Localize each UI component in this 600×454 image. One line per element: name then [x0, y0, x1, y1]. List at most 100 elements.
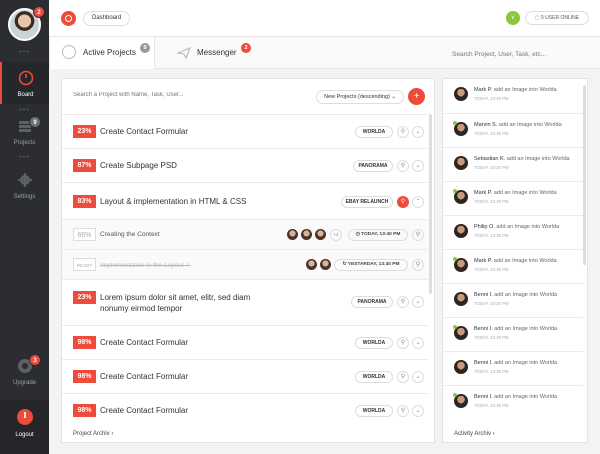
online-status-dot: [453, 121, 457, 125]
activity-user: Mark P.: [474, 258, 493, 264]
tab-badge: 2: [241, 43, 251, 53]
sidebar-item-logout[interactable]: Logout: [0, 400, 49, 454]
activity-text: Benni I. add an Image into Worlda: [474, 292, 557, 298]
project-search-input[interactable]: [73, 92, 293, 98]
task-row[interactable]: READY Implementation in the Layout ✓ ↻ Y…: [62, 249, 428, 279]
activity-action: add an Image into Worlda: [493, 87, 557, 93]
project-row[interactable]: 23% Create Contact Formular WORLDA ⚲ ⌄: [62, 114, 428, 148]
chevron-down-icon[interactable]: ⌄: [412, 337, 424, 349]
activity-time: TODAY, 10:30 PM: [474, 267, 509, 272]
progress-badge: 98%: [73, 404, 96, 417]
project-row[interactable]: 98% Create Contact Formular WORLDA ⚲ ⌄: [62, 393, 428, 427]
chevron-down-icon[interactable]: ⌄: [412, 296, 424, 308]
scrollbar[interactable]: [429, 114, 432, 294]
avatar[interactable]: [454, 224, 468, 238]
activity-item[interactable]: Benni I. add an Image into Worlda TODAY, …: [443, 351, 583, 385]
search-icon[interactable]: ⚲: [412, 259, 424, 271]
project-tag[interactable]: WORLDA: [355, 371, 393, 383]
activity-user: Marvin S.: [474, 122, 498, 128]
search-icon[interactable]: ⚲: [397, 337, 409, 349]
task-row[interactable]: 66% Creating the Context +4 ◷ TODAY, 13:…: [62, 219, 428, 249]
project-tag[interactable]: WORLDA: [355, 405, 393, 417]
project-tag[interactable]: PANORAMA: [351, 296, 393, 308]
online-indicator[interactable]: v: [506, 11, 520, 25]
activity-user: Philip O.: [474, 224, 495, 230]
project-tag[interactable]: WORLDA: [355, 126, 393, 138]
link-label: Activity Archiv: [454, 431, 492, 437]
scrollbar[interactable]: [583, 85, 586, 265]
sidebar-item-projects[interactable]: Projects 9: [0, 116, 49, 152]
activity-item[interactable]: Mark P. add an Image into Worlda TODAY, 1…: [443, 249, 583, 283]
avatar[interactable]: [301, 229, 312, 240]
avatar[interactable]: [454, 87, 468, 101]
avatar[interactable]: [454, 360, 468, 374]
project-tag[interactable]: EBAY RELAUNCH: [341, 196, 393, 208]
chevron-up-icon[interactable]: ⌃: [412, 196, 424, 208]
tab-messenger[interactable]: Messenger 2: [155, 37, 255, 69]
avatar[interactable]: [315, 229, 326, 240]
sidebar-item-upgrade[interactable]: Upgrade 3: [0, 354, 49, 390]
avatar[interactable]: [306, 259, 317, 270]
activity-item[interactable]: Mark P. add an Image into Worlda TODAY, 1…: [443, 181, 583, 215]
global-search-input[interactable]: [452, 48, 592, 60]
activity-action: add an Image into Worlda: [506, 156, 570, 162]
power-icon: [16, 409, 33, 425]
project-row[interactable]: 23% Lorem ipsum dolor sit amet, elitr, s…: [62, 279, 428, 325]
search-icon[interactable]: ⚲: [397, 126, 409, 138]
project-row[interactable]: 98% Create Contact Formular WORLDA ⚲ ⌄: [62, 325, 428, 359]
dashboard-icon: [18, 70, 33, 86]
search-icon[interactable]: ⚲: [397, 196, 409, 208]
add-project-button[interactable]: +: [408, 88, 425, 105]
sort-dropdown[interactable]: New Projects (descending) ⌄: [316, 90, 404, 104]
date-pill: ◷ TODAY, 13:40 PM: [348, 229, 408, 241]
avatar[interactable]: [287, 229, 298, 240]
tab-active-projects[interactable]: Active Projects 9: [49, 37, 155, 69]
sidebar-item-label: Logout: [15, 432, 34, 438]
activity-item[interactable]: Philip O. add an Image into Worlda TODAY,…: [443, 215, 583, 249]
project-row[interactable]: 83% Layout & implementation in HTML & CS…: [62, 182, 428, 219]
chevron-down-icon[interactable]: ⌄: [412, 405, 424, 417]
online-status-dot: [453, 325, 457, 329]
project-archiv-link[interactable]: Project Archiv ›: [73, 431, 113, 437]
chevron-down-icon[interactable]: ⌄: [412, 160, 424, 172]
online-users-button[interactable]: ▢ 5 USER ONLINE: [525, 11, 589, 25]
activity-item[interactable]: Sebastian K. add an Image into Worlda TOD…: [443, 147, 583, 181]
activity-item[interactable]: Benni I. add an Image into Worlda TODAY, …: [443, 317, 583, 351]
project-tag[interactable]: WORLDA: [355, 337, 393, 349]
progress-badge: 87%: [73, 159, 96, 172]
chevron-down-icon[interactable]: ⌄: [412, 126, 424, 138]
activity-time: TODAY, 10:30 PM: [474, 233, 509, 238]
project-row[interactable]: 98% Create Contact Formular WORLDA ⚲ ⌄: [62, 359, 428, 393]
breadcrumb[interactable]: Dashboard: [83, 11, 131, 26]
sidebar-item-board[interactable]: Board: [0, 62, 49, 104]
search-icon[interactable]: ⚲: [412, 229, 424, 241]
activity-time: TODAY, 10:30 PM: [474, 199, 509, 204]
avatar[interactable]: [454, 292, 468, 306]
avatar[interactable]: [454, 156, 468, 170]
user-avatar[interactable]: 2: [8, 6, 45, 41]
search-icon[interactable]: ⚲: [397, 296, 409, 308]
activity-action: add an Image into Worlda: [494, 360, 558, 366]
activity-time: TODAY, 10:30 PM: [474, 369, 509, 374]
activity-item[interactable]: Mark P. add an Image into Worlda TODAY, 1…: [443, 79, 583, 113]
online-status-dot: [453, 257, 457, 261]
project-tag[interactable]: PANORAMA: [353, 160, 393, 172]
activity-text: Benni I. add an Image into Worlda: [474, 326, 557, 332]
activity-item[interactable]: Benni I. add an Image into Worlda TODAY, …: [443, 283, 583, 317]
activity-text: Mark P. add an Image into Worlda: [474, 258, 557, 264]
search-icon[interactable]: ⚲: [397, 371, 409, 383]
app-logo-button[interactable]: [61, 11, 76, 26]
more-users-badge[interactable]: +4: [330, 229, 342, 241]
sidebar-item-settings[interactable]: Settings: [0, 172, 49, 202]
project-row[interactable]: 87% Create Subpage PSD PANORAMA ⚲ ⌄: [62, 148, 428, 182]
sidebar-item-label: Projects: [13, 140, 36, 146]
search-icon[interactable]: ⚲: [397, 405, 409, 417]
chevron-down-icon[interactable]: ⌄: [412, 371, 424, 383]
activity-text: Marvin S. add an Image into Worlda: [474, 122, 562, 128]
divider-dots: •••: [19, 154, 30, 161]
activity-item[interactable]: Benni I. add an Image into Worlda TODAY, …: [443, 385, 583, 419]
activity-item[interactable]: Marvin S. add an Image into Worlda TODAY,…: [443, 113, 583, 147]
search-icon[interactable]: ⚲: [397, 160, 409, 172]
activity-archiv-link[interactable]: Activity Archiv ›: [454, 431, 495, 437]
avatar[interactable]: [320, 259, 331, 270]
